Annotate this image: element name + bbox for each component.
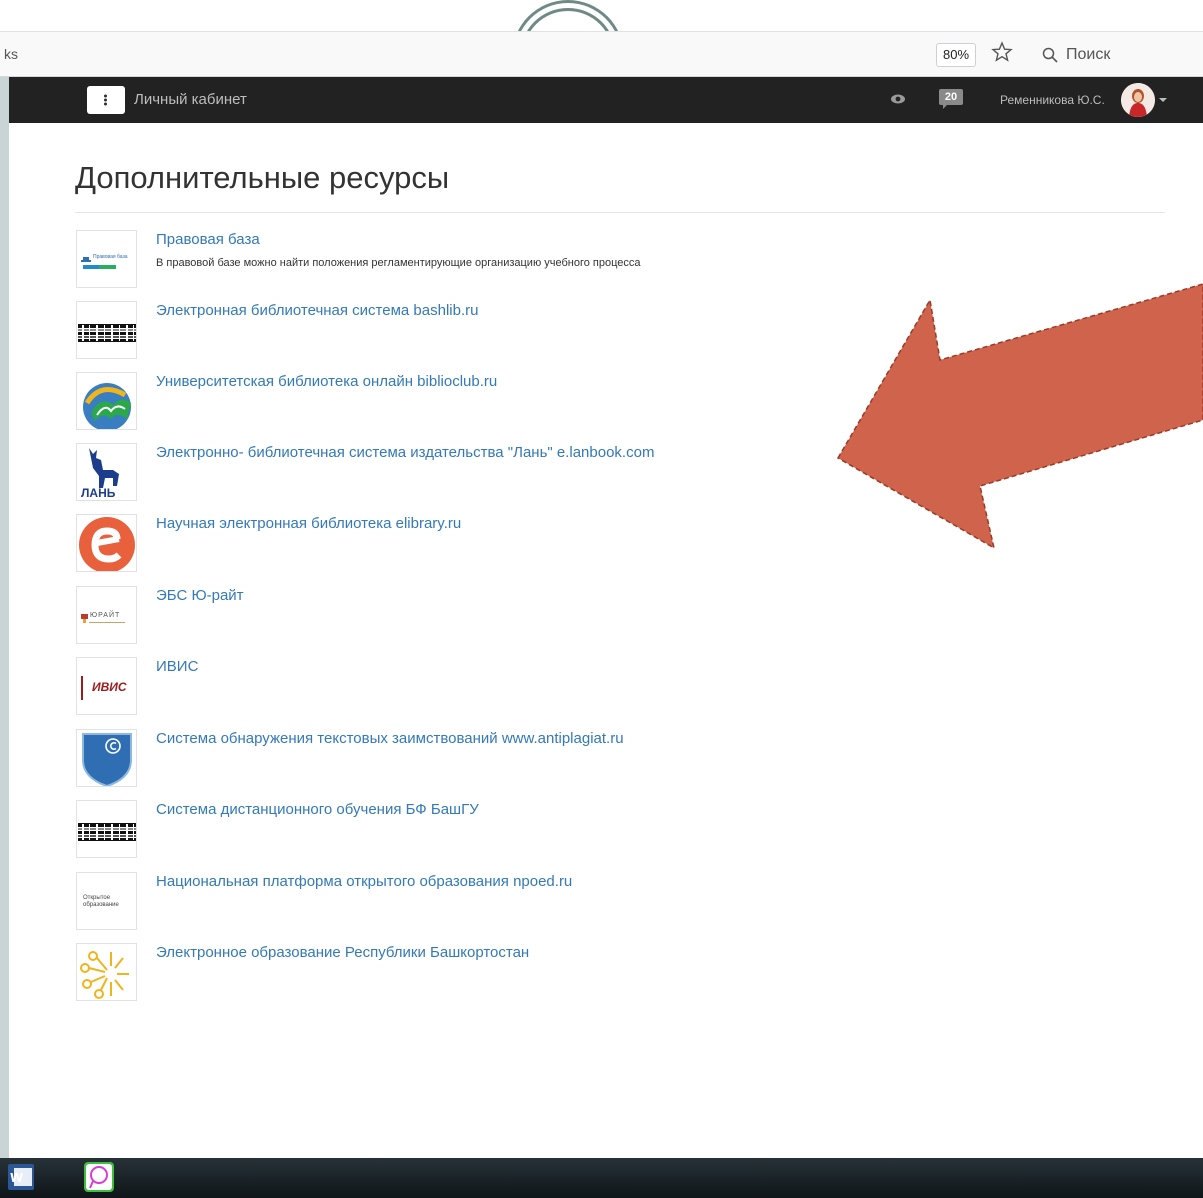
distance-learning-logo[interactable] [76,800,137,858]
resource-link[interactable]: Электронное образование Республики Башко… [156,944,529,961]
page-title: Дополнительные ресурсы [75,160,450,195]
list-item: Правовая база Правовая база В правовой б… [76,230,836,290]
list-item: Электронное образование Республики Башко… [76,943,836,1003]
search-placeholder: Поиск [1066,46,1111,63]
screen: ks 80% Поиск Личный кабинет 20 Ременнико… [0,0,1203,1198]
bookmark-star-icon[interactable] [990,40,1014,64]
slide-left-band [0,68,9,1158]
messages-count: 20 [939,89,963,105]
divider [75,212,1165,213]
zoom-level-badge[interactable]: 80% [936,43,976,67]
npoed-logo[interactable]: Открытое образование [76,872,137,930]
word-app-icon[interactable]: W [6,1162,36,1192]
list-item: Университетская библиотека онлайн biblio… [76,372,836,432]
browser-toolbar: ks 80% Поиск [0,31,1203,77]
user-name[interactable]: Ременникова Ю.С. [1000,93,1105,107]
resource-link[interactable]: Электронная библиотечная система bashlib… [156,302,478,319]
list-item: Система обнаружения текстовых заимствова… [76,729,836,789]
resource-link[interactable]: Национальная платформа открытого образов… [156,873,572,890]
resource-link[interactable]: Система обнаружения текстовых заимствова… [156,730,624,747]
site-navbar: Личный кабинет 20 Ременникова Ю.С. [9,77,1203,123]
npoed-logo-text: Открытое образование [83,895,119,908]
list-item: Научная электронная библиотека elibrary.… [76,514,836,574]
search-icon [1042,47,1058,63]
list-item: Открытое образование Национальная платфо… [76,872,836,932]
edu-rb-logo[interactable] [76,943,137,1001]
messages-icon[interactable]: 20 [939,89,963,111]
legal-base-logo-text: Правовая база [93,254,128,260]
ivis-logo[interactable]: ИВИС [76,657,137,715]
urait-logo-text: ЮРАЙТ [90,612,121,619]
menu-toggle-button[interactable] [87,86,125,114]
resource-link[interactable]: Научная электронная библиотека elibrary.… [156,515,461,532]
chevron-down-icon[interactable] [1159,98,1167,102]
search-input[interactable]: Поиск [1032,40,1203,70]
lan-logo-text: ЛАНЬ [81,486,116,500]
urait-logo[interactable]: ЮРАЙТ [76,586,137,644]
speech-bubble-app-icon[interactable] [82,1160,116,1194]
svg-text:W: W [10,1171,23,1185]
resource-link[interactable]: Электронно- библиотечная система издател… [156,444,654,461]
elibrary-logo[interactable] [76,514,137,572]
avatar[interactable] [1121,83,1155,117]
resource-link[interactable]: Система дистанционного обучения БФ БашГУ [156,801,479,818]
list-item: Электронная библиотечная система bashlib… [76,301,836,361]
nav-title[interactable]: Личный кабинет [134,91,247,108]
list-item: ИВИС ИВИС [76,657,836,717]
os-taskbar: W [0,1158,1203,1198]
list-item: Система дистанционного обучения БФ БашГУ [76,800,836,860]
resource-description: В правовой базе можно найти положения ре… [156,257,641,269]
list-item: ЮРАЙТ ЭБС Ю-райт [76,586,836,646]
list-item: ЛАНЬ Электронно- библиотечная система из… [76,443,836,503]
bashlib-logo[interactable] [76,301,137,359]
resource-link[interactable]: ИВИС [156,658,198,675]
eye-icon[interactable] [890,92,906,106]
resource-link[interactable]: Правовая база [156,231,260,248]
biblioclub-logo[interactable] [76,372,137,430]
resource-link[interactable]: ЭБС Ю-райт [156,587,244,604]
legal-base-logo[interactable]: Правовая база [76,230,137,288]
pointer-arrow-icon [836,283,1203,550]
lan-logo[interactable]: ЛАНЬ [76,443,137,501]
vertical-dots-icon [104,94,107,106]
ivis-logo-text: ИВИС [92,680,127,694]
url-fragment[interactable]: ks [4,46,18,62]
resource-link[interactable]: Университетская библиотека онлайн biblio… [156,373,497,390]
antiplagiat-logo[interactable] [76,729,137,787]
